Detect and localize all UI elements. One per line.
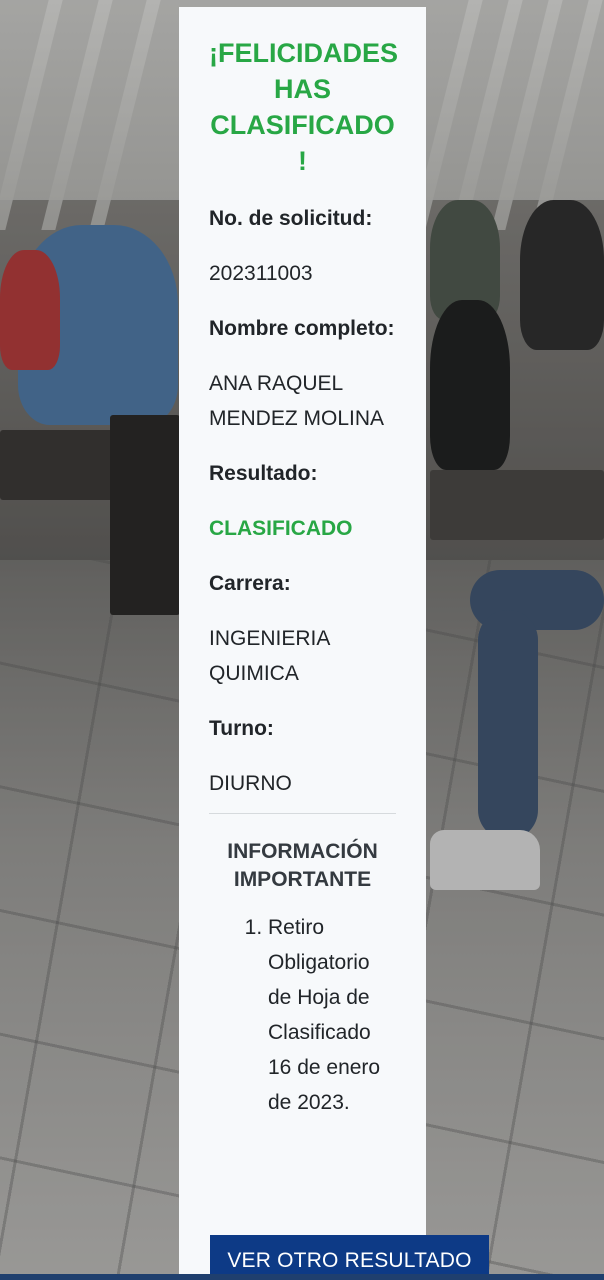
- turno-value: DIURNO: [209, 772, 292, 795]
- info-item: Retiro Obligatorio de Hoja de Clasificad…: [268, 910, 396, 1120]
- solicitud-label: No. de solicitud:: [209, 207, 373, 230]
- resultado-label: Resultado:: [209, 462, 318, 485]
- results-page: ¡FELICIDADES HAS CLASIFICADO ! No. de so…: [0, 0, 604, 1280]
- carrera-value: INGENIERIA QUIMICA: [209, 627, 330, 685]
- resultado-value: CLASIFICADO: [209, 517, 353, 540]
- nombre-label: Nombre completo:: [209, 317, 395, 340]
- section-divider: [209, 813, 396, 814]
- important-info-title: INFORMACIÓN IMPORTANTE: [227, 840, 378, 891]
- nombre-value: ANA RAQUEL MENDEZ MOLINA: [209, 372, 385, 430]
- result-card: ¡FELICIDADES HAS CLASIFICADO ! No. de so…: [179, 7, 426, 1280]
- important-info-list: Retiro Obligatorio de Hoja de Clasificad…: [209, 910, 396, 1120]
- bottom-bar: [0, 1274, 604, 1280]
- congratulations-title: ¡FELICIDADES HAS CLASIFICADO !: [209, 38, 398, 176]
- carrera-label: Carrera:: [209, 572, 291, 595]
- turno-label: Turno:: [209, 717, 274, 740]
- solicitud-value: 202311003: [209, 262, 313, 285]
